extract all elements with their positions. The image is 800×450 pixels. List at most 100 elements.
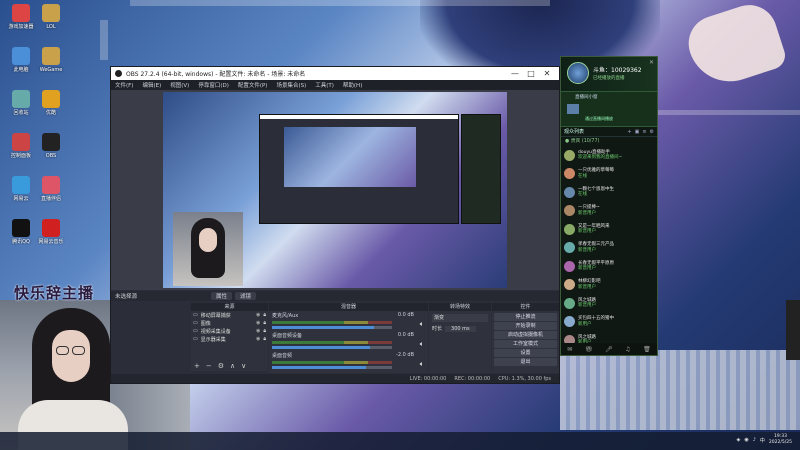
desktop-icon[interactable]: WeGame bbox=[34, 47, 68, 73]
list-item[interactable]: 孝春无假三元产品 新晋用户 bbox=[564, 239, 654, 258]
taskbar-clock[interactable]: 19:33 2022/5/25 bbox=[769, 434, 792, 446]
volume-slider[interactable] bbox=[272, 366, 392, 369]
desktop-icon-label: 游戏加速器 bbox=[8, 24, 34, 30]
desktop-icon[interactable]: OBS bbox=[34, 133, 68, 159]
desktop-icon[interactable]: 回收站 bbox=[4, 90, 38, 116]
speaker-icon[interactable]: 🔈︎ bbox=[420, 360, 424, 369]
list-item[interactable]: 风之城路 新晋用户 bbox=[564, 294, 654, 313]
menu-file[interactable]: 文件(F) bbox=[115, 81, 133, 89]
desktop-icon[interactable]: 直播伴侣 bbox=[34, 176, 68, 202]
side-window-edge bbox=[786, 300, 800, 360]
desktop-icon[interactable]: 优酷 bbox=[34, 90, 68, 116]
room-preview[interactable]: 直播间小窗 通过直播间播放 bbox=[561, 91, 657, 127]
desktop-icon[interactable]: 游戏加速器 bbox=[4, 4, 38, 30]
settings-icon[interactable]: ⚙ bbox=[650, 129, 654, 135]
menu-view[interactable]: 视图(V) bbox=[170, 81, 189, 89]
source-item[interactable]: ▭ 移动屏幕捕获 ◉ 🔒︎ bbox=[191, 311, 268, 319]
channel-db: -2.0 dB bbox=[396, 352, 414, 358]
list-icon[interactable]: ≡ bbox=[642, 129, 646, 135]
start-recording-button[interactable]: 开始录制 bbox=[494, 322, 557, 330]
duration-input[interactable]: 300 ms bbox=[445, 325, 476, 332]
avatar[interactable] bbox=[567, 62, 589, 84]
audience-status: 新用户 bbox=[578, 321, 592, 327]
obs-titlebar[interactable]: OBS 27.2.4 (64-bit, windows) - 配置文件: 未命名… bbox=[111, 67, 559, 80]
virtual-camera-button[interactable]: 启动虚拟摄像机 bbox=[494, 331, 557, 339]
preview-canvas[interactable] bbox=[163, 92, 507, 288]
lock-icon[interactable]: 🔒︎ bbox=[263, 320, 266, 326]
channel-db: 0.0 dB bbox=[397, 332, 414, 338]
list-item[interactable]: 长春无假平平原原 新晋用户 bbox=[564, 257, 654, 276]
remove-source-icon[interactable]: − bbox=[206, 362, 212, 371]
duration-label: 时长 bbox=[432, 326, 443, 332]
minimize-button[interactable]: — bbox=[507, 69, 523, 78]
desktop-icon[interactable]: 此电脑 bbox=[4, 47, 38, 73]
list-item[interactable]: 买包四十五的猪中 新用户 bbox=[564, 313, 654, 332]
menu-profile[interactable]: 配置文件(P) bbox=[238, 81, 268, 89]
visibility-icon[interactable]: ◉ bbox=[256, 320, 260, 326]
menu-scene-collection[interactable]: 场景集合(S) bbox=[276, 81, 306, 89]
close-button[interactable]: ✕ bbox=[539, 69, 555, 78]
mic-icon[interactable]: 🎤︎ bbox=[605, 346, 613, 353]
source-item[interactable]: ▭ 显示器采集 ◉ 🔒︎ bbox=[191, 335, 268, 343]
game-icon bbox=[42, 47, 60, 65]
list-item[interactable]: 一只优雅的草莓莓 在线 bbox=[564, 165, 654, 184]
desktop-icon[interactable]: LOL bbox=[34, 4, 68, 30]
audience-status: 新晋用户 bbox=[578, 229, 596, 235]
exit-button[interactable]: 退出 bbox=[494, 358, 557, 366]
close-icon[interactable]: ✕ bbox=[649, 59, 654, 66]
tab-audience-list[interactable]: 观众列表 bbox=[564, 128, 584, 135]
lock-icon[interactable]: 🔒︎ bbox=[263, 336, 266, 342]
ime-icon[interactable]: 中 bbox=[760, 437, 765, 444]
gift-icon[interactable]: 🎁︎ bbox=[585, 346, 593, 353]
lock-icon[interactable]: 🔒︎ bbox=[263, 312, 266, 318]
vip-group-header[interactable]: ● 贵宾 (10/77) bbox=[561, 137, 657, 146]
network-icon[interactable]: ◉ bbox=[744, 437, 748, 443]
desktop-icon[interactable]: 控制面板 bbox=[4, 133, 38, 159]
source-item[interactable]: ▭ 图像 ◉ 🔒︎ bbox=[191, 319, 268, 327]
trash-icon[interactable]: 🗑︎ bbox=[643, 346, 651, 353]
list-item[interactable]: douyu直播助手 欢迎来到我的直播间~ bbox=[564, 146, 654, 165]
live-assistant-panel[interactable]: 斗鱼：10029362 已经播放的直播 ✕ 直播间小窗 通过直播间播放 观众列表… bbox=[560, 56, 658, 356]
add-source-icon[interactable]: + bbox=[194, 362, 200, 371]
studio-mode-button[interactable]: 工作室模式 bbox=[494, 340, 557, 348]
folder-icon[interactable]: ▣ bbox=[635, 129, 640, 135]
desktop-icon[interactable]: 网易云音乐 bbox=[34, 219, 68, 245]
visibility-icon[interactable]: ◉ bbox=[256, 336, 260, 342]
menu-edit[interactable]: 编辑(E) bbox=[142, 81, 161, 89]
avatar bbox=[564, 149, 575, 161]
speaker-icon[interactable]: 🔈︎ bbox=[420, 340, 424, 349]
desktop-icon[interactable]: 网易云 bbox=[4, 176, 38, 202]
settings-button[interactable]: 设置 bbox=[494, 349, 557, 357]
add-user-icon[interactable]: + bbox=[627, 129, 631, 135]
stop-stream-button[interactable]: 停止推流 bbox=[494, 313, 557, 321]
list-item[interactable]: 又是一年晒风来 新晋用户 bbox=[564, 220, 654, 239]
menu-help[interactable]: 帮助(H) bbox=[343, 81, 362, 89]
properties-button[interactable]: 属性 bbox=[211, 292, 233, 300]
filters-button[interactable]: 滤镜 bbox=[235, 292, 257, 300]
music-icon[interactable]: ♫ bbox=[625, 346, 630, 353]
desktop-icon[interactable]: 腾讯QQ bbox=[4, 219, 38, 245]
move-up-icon[interactable]: ∧ bbox=[230, 362, 235, 371]
obs-preview[interactable] bbox=[111, 90, 559, 290]
maximize-button[interactable]: □ bbox=[523, 69, 539, 78]
list-item[interactable]: 林柳幻影吧 新晋用户 bbox=[564, 276, 654, 295]
visibility-icon[interactable]: ◉ bbox=[256, 328, 260, 334]
list-item[interactable]: 一颗七个恩恩中生 在线 bbox=[564, 183, 654, 202]
list-item[interactable]: 一只提棒~ 新晋用户 bbox=[564, 202, 654, 221]
gear-icon[interactable]: ⚙ bbox=[218, 362, 224, 371]
shield-icon[interactable]: ◈ bbox=[736, 437, 740, 443]
message-icon[interactable]: ✉ bbox=[567, 346, 572, 353]
desktop-icon-label: 网易云音乐 bbox=[38, 239, 64, 245]
visibility-icon[interactable]: ◉ bbox=[256, 312, 260, 318]
speaker-icon[interactable]: 🔈︎ bbox=[420, 320, 424, 329]
volume-slider[interactable] bbox=[272, 346, 392, 349]
menu-tools[interactable]: 工具(T) bbox=[315, 81, 334, 89]
move-down-icon[interactable]: ∨ bbox=[241, 362, 246, 371]
volume-slider[interactable] bbox=[272, 326, 392, 329]
lock-icon[interactable]: 🔒︎ bbox=[263, 328, 266, 334]
volume-icon[interactable]: ♪ bbox=[753, 437, 756, 443]
source-item[interactable]: ▭ 视频采集设备 ◉ 🔒︎ bbox=[191, 327, 268, 335]
obs-window[interactable]: OBS 27.2.4 (64-bit, windows) - 配置文件: 未命名… bbox=[110, 66, 560, 384]
transition-select[interactable]: 渐变 bbox=[432, 314, 488, 322]
menu-docks[interactable]: 停靠窗口(D) bbox=[198, 81, 229, 89]
